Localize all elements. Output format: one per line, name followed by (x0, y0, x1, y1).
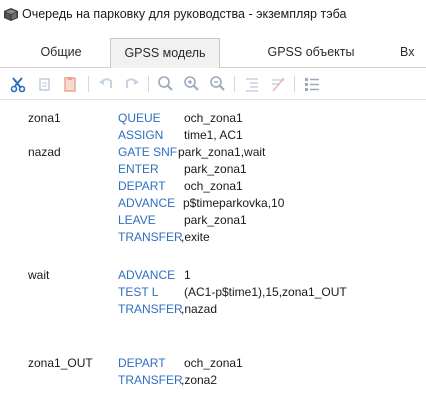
code-line: TRANSFER ,nazad (0, 301, 426, 317)
code-label: wait (28, 268, 50, 282)
code-label: zona1 (28, 111, 61, 125)
redo-icon[interactable] (122, 74, 142, 94)
tab-bar: Общие GPSS модель GPSS объекты Вх (0, 38, 426, 68)
code-line: TRANSFER ,zona2 (0, 372, 426, 388)
code-block: DEPART (118, 179, 166, 193)
tab-gpss-objects[interactable]: GPSS объекты (255, 38, 367, 67)
code-line: DEPART och_zona1 (0, 178, 426, 194)
code-block: LEAVE (118, 213, 156, 227)
code-operands: ,zona2 (181, 373, 218, 387)
zoom-fit-icon[interactable] (156, 74, 176, 94)
code-line: zona1 QUEUE och_zona1 (0, 110, 426, 126)
cut-icon[interactable] (8, 74, 28, 94)
code-block: GATE SNF (118, 145, 178, 159)
code-line: ASSIGN time1, AC1 (0, 127, 426, 143)
code-operands: 1 (184, 268, 191, 282)
tab-general[interactable]: Общие (26, 38, 96, 67)
code-line: ADVANCE p$timeparkovka,10 (0, 195, 426, 211)
toolbar-separator (234, 76, 235, 92)
code-block: TRANSFER (118, 230, 183, 244)
code-block: DEPART (118, 356, 166, 370)
code-line: TEST L (AC1-p$time1),15,zona1_OUT (0, 284, 426, 300)
code-operands: time1, AC1 (184, 128, 243, 142)
code-line: ENTER park_zona1 (0, 161, 426, 177)
code-block: ASSIGN (118, 128, 164, 142)
code-block: TRANSFER (118, 373, 183, 387)
indent-icon[interactable] (242, 74, 262, 94)
code-line: wait ADVANCE 1 (0, 267, 426, 283)
undo-icon[interactable] (96, 74, 116, 94)
toolbar-separator (88, 76, 89, 92)
code-operands: park_zona1,wait (178, 145, 266, 159)
toolbar-separator (148, 76, 149, 92)
code-line: LEAVE park_zona1 (0, 212, 426, 228)
editor-toolbar (0, 69, 426, 100)
code-label: zona1_OUT (28, 356, 93, 370)
code-operands: och_zona1 (184, 356, 243, 370)
zoom-in-icon[interactable] (182, 74, 202, 94)
list-icon[interactable] (302, 74, 322, 94)
code-operands: p$timeparkovka,10 (183, 196, 285, 210)
code-block: TEST L (118, 285, 159, 299)
code-line: nazad GATE SNF park_zona1,wait (0, 144, 426, 160)
code-label: nazad (28, 145, 61, 159)
code-operands: ,nazad (181, 302, 218, 316)
window-titlebar: Очередь на парковку для руководства - эк… (0, 0, 426, 30)
window-title: Очередь на парковку для руководства - эк… (22, 7, 347, 21)
toolbar-separator (294, 76, 295, 92)
code-operands: (AC1-p$time1),15,zona1_OUT (184, 285, 347, 299)
code-block: ADVANCE (118, 268, 176, 282)
model-icon (4, 8, 18, 21)
code-operands: ,exite (181, 230, 210, 244)
code-line: zona1_OUT DEPART och_zona1 (0, 355, 426, 371)
code-block: QUEUE (118, 111, 161, 125)
code-operands: park_zona1 (184, 162, 247, 176)
code-editor[interactable]: zona1 QUEUE och_zona1 ASSIGN time1, AC1 … (0, 100, 426, 409)
copy-icon[interactable] (34, 74, 54, 94)
code-line: TRANSFER ,exite (0, 229, 426, 245)
zoom-out-icon[interactable] (208, 74, 228, 94)
tab-input[interactable]: Вх (400, 38, 426, 67)
code-block: TRANSFER (118, 302, 183, 316)
code-block: ADVANCE (118, 196, 176, 210)
code-operands: park_zona1 (184, 213, 247, 227)
tab-gpss-model[interactable]: GPSS модель (110, 38, 220, 68)
code-operands: och_zona1 (184, 111, 243, 125)
code-block: ENTER (118, 162, 159, 176)
code-operands: och_zona1 (184, 179, 243, 193)
comment-icon[interactable] (268, 74, 288, 94)
paste-icon[interactable] (60, 74, 80, 94)
